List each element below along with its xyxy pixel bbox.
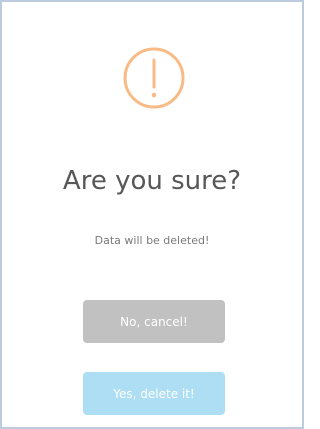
confirm-delete-button[interactable]: Yes, delete it! [83, 372, 225, 415]
dialog-message: Data will be deleted! [94, 234, 210, 247]
cancel-button[interactable]: No, cancel! [83, 300, 225, 343]
confirmation-dialog: Are you sure? Data will be deleted! No, … [0, 0, 304, 429]
warning-icon [122, 46, 186, 110]
dialog-title: Are you sure? [62, 166, 242, 196]
exclamation-icon [123, 47, 185, 109]
